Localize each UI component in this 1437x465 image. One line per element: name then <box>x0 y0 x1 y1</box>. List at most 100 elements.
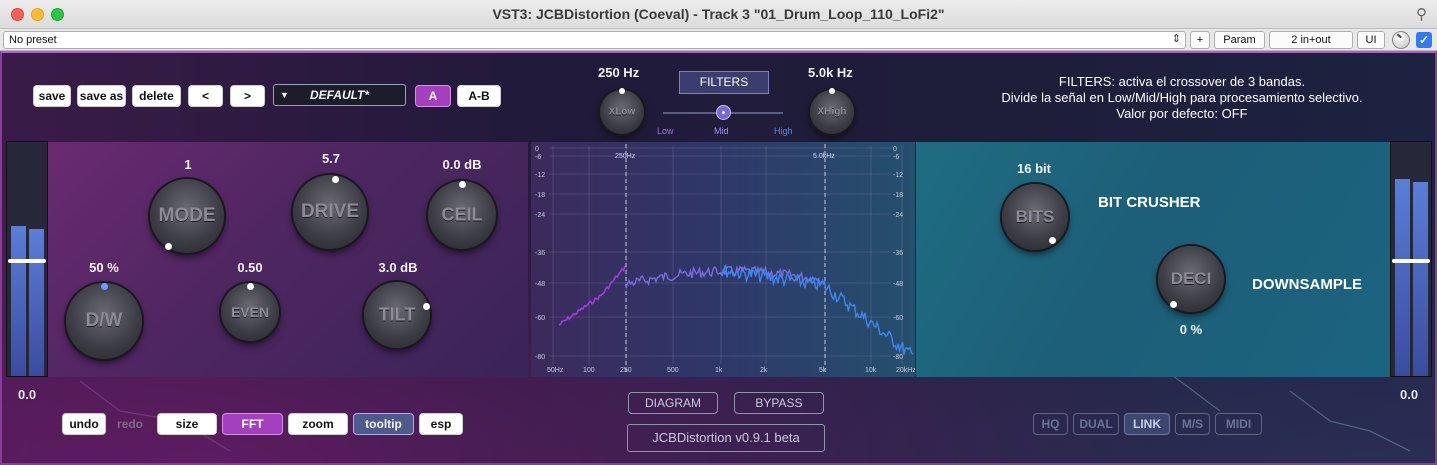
xhigh-knob[interactable]: XHigh <box>810 87 854 134</box>
tooltip-line: FILTERS: activa el crossover de 3 bandas… <box>1058 74 1306 89</box>
window-titlebar: VST3: JCBDistortion (Coeval) - Track 3 "… <box>0 0 1437 29</box>
crossover-low-label: 250Hz <box>615 153 636 160</box>
host-param-button[interactable]: Param <box>1214 31 1265 49</box>
prev-preset-button[interactable]: < <box>188 85 223 107</box>
db-tick-label: -60 <box>893 315 903 322</box>
freq-tick-label: 500 <box>667 367 679 374</box>
mode-knob[interactable]: MODE <box>150 179 224 253</box>
db-tick-label: -18 <box>535 192 545 199</box>
bits-knob[interactable]: BITS <box>1002 184 1068 250</box>
size-button[interactable]: size <box>157 413 217 435</box>
mode-value: 1 <box>184 157 192 172</box>
ceil-value: 0.0 dB <box>442 157 482 172</box>
link-button[interactable]: LINK <box>1124 413 1170 435</box>
downsample-title: DOWNSAMPLE <box>1252 276 1362 293</box>
output-meter <box>1390 141 1432 377</box>
xlow-frequency-value: 250 Hz <box>598 65 640 80</box>
freq-tick-label: 100 <box>583 367 595 374</box>
db-tick-label: 0 <box>893 146 897 153</box>
db-tick-label: -6 <box>535 154 541 161</box>
host-preset-select[interactable]: No preset ⇕ <box>3 31 1186 49</box>
host-ui-button[interactable]: UI <box>1357 31 1385 49</box>
freq-tick-label: 2k <box>760 367 768 374</box>
midi-button[interactable]: MIDI <box>1215 413 1262 435</box>
db-tick-label: -36 <box>535 250 545 257</box>
band-label-high: High <box>774 126 793 136</box>
host-wet-knob[interactable] <box>1392 31 1410 49</box>
host-preset-label: No preset <box>9 34 57 46</box>
even-value: 0.50 <box>237 260 263 275</box>
tilt-value: 3.0 dB <box>378 260 418 275</box>
pin-icon[interactable]: ⚲ <box>1416 5 1427 23</box>
xlow-knob[interactable]: XLow <box>600 87 644 134</box>
ms-button[interactable]: M/S <box>1175 413 1210 435</box>
hq-button[interactable]: HQ <box>1033 413 1068 435</box>
drive-value: 5.7 <box>321 151 341 166</box>
host-enable-checkbox[interactable]: ✓ <box>1416 32 1432 48</box>
crossover-high-label: 5.0kHz <box>813 153 835 160</box>
tooltip-button[interactable]: tooltip <box>353 413 414 435</box>
esp-language-button[interactable]: esp <box>419 413 463 435</box>
a-slot-button[interactable]: A <box>415 85 451 107</box>
db-tick-label: 0 <box>535 146 539 153</box>
undo-button[interactable]: undo <box>62 413 106 435</box>
dual-button[interactable]: DUAL <box>1073 413 1119 435</box>
host-add-button[interactable]: + <box>1190 31 1210 49</box>
db-tick-label: -60 <box>535 315 545 322</box>
db-tick-label: -24 <box>893 212 903 219</box>
fft-button[interactable]: FFT <box>222 413 283 435</box>
deci-knob[interactable]: DECI <box>1158 246 1224 312</box>
db-tick-label: -36 <box>893 250 903 257</box>
db-tick-label: -18 <box>893 192 903 199</box>
even-knob[interactable]: EVEN <box>221 282 279 341</box>
deci-value: 0 % <box>1179 322 1203 337</box>
chevron-updown-icon: ⇕ <box>1171 33 1181 45</box>
dw-knob[interactable]: D/W <box>66 282 142 359</box>
input-gain-handle[interactable] <box>8 259 46 263</box>
freq-tick-label: 10k <box>865 367 877 374</box>
freq-tick-label: 1k <box>715 367 723 374</box>
preset-selector[interactable]: ▼ DEFAULT* <box>273 84 406 106</box>
db-tick-label: -80 <box>893 354 903 361</box>
output-gain-handle[interactable] <box>1392 259 1430 263</box>
input-meter <box>6 141 48 377</box>
plugin-editor: 0.0 0.0 save save as delete < > ▼ DEFAUL… <box>0 51 1437 465</box>
save-as-button[interactable]: save as <box>77 85 126 107</box>
db-tick-label: -48 <box>893 281 903 288</box>
db-tick-label: -48 <box>535 281 545 288</box>
bitcrusher-panel <box>916 142 1390 377</box>
db-tick-label: -12 <box>535 172 545 179</box>
db-tick-label: -24 <box>535 212 545 219</box>
window-title: VST3: JCBDistortion (Coeval) - Track 3 "… <box>492 6 945 22</box>
bypass-button[interactable]: BYPASS <box>734 392 824 414</box>
delete-button[interactable]: delete <box>132 85 181 107</box>
xhigh-frequency-value: 5.0k Hz <box>808 65 853 80</box>
redo-button[interactable]: redo <box>109 413 151 435</box>
input-level-value: 0.0 <box>18 387 37 402</box>
ab-compare-button[interactable]: A-B <box>457 85 501 107</box>
tooltip-line: Valor por defecto: OFF <box>1116 106 1248 121</box>
band-slider-thumb[interactable] <box>716 105 731 120</box>
freq-tick-label: 5k <box>819 367 827 374</box>
tooltip-panel: FILTERS: activa el crossover de 3 bandas… <box>924 74 1437 122</box>
host-io-button[interactable]: 2 in+out <box>1269 31 1353 49</box>
diagram-button[interactable]: DIAGRAM <box>628 392 718 414</box>
version-label: JCBDistortion v0.9.1 beta <box>627 424 825 452</box>
ceil-knob[interactable]: CEIL <box>428 180 496 249</box>
save-button[interactable]: save <box>33 85 71 107</box>
zoom-button[interactable]: zoom <box>288 413 348 435</box>
dw-value: 50 % <box>89 260 119 275</box>
bitcrusher-title: BIT CRUSHER <box>1098 194 1201 211</box>
band-label-mid: Mid <box>714 126 729 136</box>
filters-toggle-button[interactable]: FILTERS <box>679 71 769 94</box>
preset-name-label: DEFAULT* <box>309 88 370 102</box>
drive-knob[interactable]: DRIVE <box>293 175 367 249</box>
output-level-value: 0.0 <box>1400 387 1419 402</box>
spectrum-analyzer: 0 0-6 -6-12 -12-18 -18-24 -24-36 -36-48 -48-60-… <box>531 142 915 377</box>
tooltip-line: Divide la señal en Low/Mid/High para pro… <box>1001 90 1363 105</box>
tilt-knob[interactable]: TILT <box>364 282 430 348</box>
db-tick-label: -12 <box>893 172 903 179</box>
db-tick-label: -6 <box>893 154 899 161</box>
band-label-low: Low <box>657 126 674 136</box>
next-preset-button[interactable]: > <box>230 85 265 107</box>
